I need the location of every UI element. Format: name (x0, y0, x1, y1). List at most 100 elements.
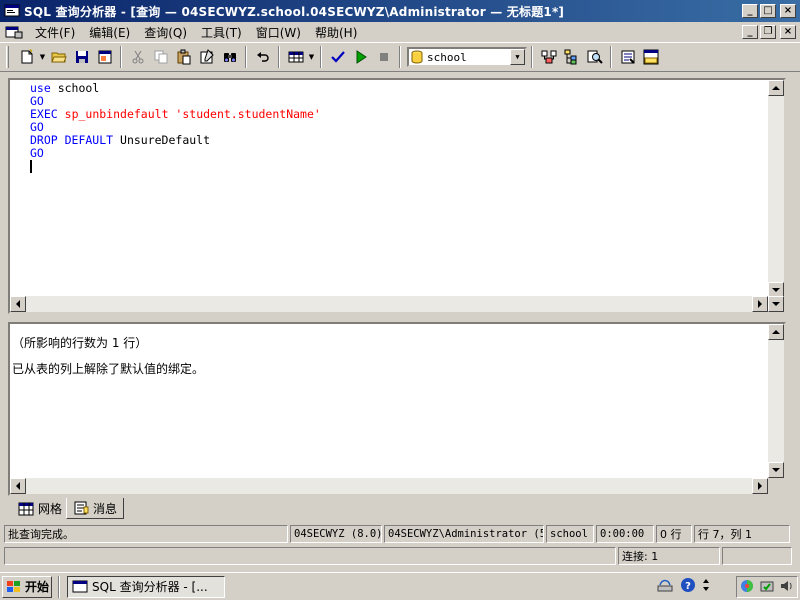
menu-help[interactable]: 帮助(H) (308, 24, 364, 41)
object-browser-icon[interactable] (560, 46, 583, 68)
tray-service-manager-icon[interactable] (759, 578, 775, 597)
code-line (30, 160, 321, 173)
messages-icon (73, 501, 89, 515)
status-cursor-position: 行 7，列 1 (694, 525, 790, 543)
unbind-default-message: 已从表的列上解除了默认值的绑定。 (12, 362, 205, 376)
toolbar-grip[interactable] (6, 46, 9, 68)
code-token: GO (30, 146, 44, 160)
code-line: DROP DEFAULT UnsureDefault (30, 134, 321, 147)
current-connection-properties-icon[interactable] (616, 46, 639, 68)
database-select-value: school (427, 50, 467, 64)
clear-window-icon[interactable] (195, 46, 218, 68)
menu-tools[interactable]: 工具(T) (194, 24, 249, 41)
minimize-button[interactable]: _ (742, 4, 758, 18)
tab-grid-label: 网格 (38, 502, 63, 516)
code-token: sp_unbindefault 'student.studentName' (64, 107, 321, 121)
database-dropdown-button[interactable]: ▼ (510, 49, 525, 65)
show-execution-plan-icon[interactable] (537, 46, 560, 68)
svg-text:?: ? (685, 581, 691, 592)
insert-template-icon[interactable] (93, 46, 116, 68)
title-bar: SQL 查询分析器 - [查询 — 04SECWYZ.school.04SECW… (0, 0, 800, 22)
taskbar: 开始 SQL 查询分析器 - [... ? (0, 572, 800, 600)
start-button-label: 开始 (25, 580, 50, 594)
tab-messages-label: 消息 (93, 501, 118, 516)
results-scroll-right-button[interactable] (752, 478, 768, 494)
parse-check-icon[interactable] (326, 46, 349, 68)
copy-icon[interactable] (149, 46, 172, 68)
editor-vertical-scrollbar[interactable] (768, 80, 784, 298)
status-message: 批查询完成。 (4, 525, 288, 543)
show-results-pane-icon[interactable] (639, 46, 662, 68)
code-token: school (50, 81, 100, 95)
results-horizontal-scrollbar[interactable] (10, 478, 768, 494)
results-vertical-scrollbar[interactable] (768, 324, 784, 478)
editor-horizontal-scrollbar[interactable] (10, 296, 768, 312)
toolbar: ▼ ▼ school ▼ (0, 42, 800, 72)
editor-scroll-left-button[interactable] (10, 296, 26, 312)
status-server: 04SECWYZ (8.0) (290, 525, 382, 543)
status-elapsed-time: 0:00:00 (596, 525, 654, 543)
object-search-icon[interactable] (583, 46, 606, 68)
code-line: EXEC sp_unbindefault 'student.studentNam… (30, 108, 321, 121)
results-mode-dropdown-arrow[interactable]: ▼ (307, 46, 316, 68)
new-query-icon[interactable] (15, 46, 38, 68)
find-binoculars-icon[interactable] (218, 46, 241, 68)
editor-scroll-end-button[interactable] (768, 296, 784, 312)
taskbar-scroll-arrows-icon[interactable] (702, 577, 710, 596)
doc-close-button[interactable]: × (780, 25, 796, 39)
help-icon[interactable]: ? (680, 577, 696, 596)
document-menu-icon[interactable] (4, 24, 24, 40)
tray-volume-icon[interactable] (779, 578, 795, 597)
grid-icon (18, 502, 34, 516)
status-user: 04SECWYZ\Administrator (51 (384, 525, 544, 543)
query-editor-text[interactable]: use school GO EXEC sp_unbindefault 'studen… (30, 82, 321, 173)
code-token: GO (30, 120, 44, 134)
results-scroll-up-button[interactable] (768, 324, 784, 340)
tab-grid[interactable]: 网格 (12, 498, 68, 519)
status-bar-secondary: 连接: 1 (4, 547, 796, 567)
results-pane[interactable]: （所影响的行数为 1 行） 已从表的列上解除了默认值的绑定。 (8, 322, 786, 496)
system-tray (736, 576, 798, 598)
cut-icon[interactable] (126, 46, 149, 68)
tray-sql-service-icon[interactable] (739, 578, 755, 597)
menu-file[interactable]: 文件(F) (28, 24, 82, 41)
status-database: school (546, 525, 594, 543)
results-scroll-down-button[interactable] (768, 462, 784, 478)
execute-play-icon[interactable] (349, 46, 372, 68)
query-analyzer-task-icon (72, 580, 88, 594)
save-icon[interactable] (70, 46, 93, 68)
start-button[interactable]: 开始 (2, 575, 52, 598)
query-editor[interactable]: use school GO EXEC sp_unbindefault 'studen… (8, 78, 786, 314)
close-button[interactable]: × (780, 4, 796, 18)
code-token: GO (30, 94, 44, 108)
maximize-button[interactable]: □ (760, 4, 776, 18)
query-analyzer-icon (4, 4, 20, 18)
editor-scroll-right-button[interactable] (752, 296, 768, 312)
rows-affected-message: （所影响的行数为 1 行） (12, 336, 148, 350)
tab-messages[interactable]: 消息 (66, 498, 124, 519)
doc-minimize-button[interactable]: _ (742, 25, 758, 39)
doc-restore-button[interactable]: ❐ (760, 25, 776, 39)
results-grid-icon[interactable] (284, 46, 307, 68)
database-select[interactable]: school ▼ (407, 47, 527, 67)
menu-query[interactable]: 查询(Q) (137, 24, 194, 41)
paste-icon[interactable] (172, 46, 195, 68)
open-folder-icon[interactable] (47, 46, 70, 68)
taskbar-item-query-analyzer[interactable]: SQL 查询分析器 - [... (67, 575, 225, 598)
menu-edit[interactable]: 编辑(E) (82, 24, 137, 41)
undo-icon[interactable] (251, 46, 274, 68)
window-title: SQL 查询分析器 - [查询 — 04SECWYZ.school.04SECW… (24, 4, 565, 19)
status-connections: 连接: 1 (618, 547, 720, 565)
status-bar: 批查询完成。 04SECWYZ (8.0) 04SECWYZ\Administr… (4, 525, 796, 545)
result-tabs: 网格 消息 (8, 498, 786, 520)
code-token: EXEC (30, 107, 58, 121)
results-scroll-left-button[interactable] (10, 478, 26, 494)
editor-scroll-up-button[interactable] (768, 80, 784, 96)
network-status-icon[interactable] (656, 577, 674, 596)
stop-icon[interactable] (372, 46, 395, 68)
menu-window[interactable]: 窗口(W) (249, 24, 308, 41)
pane-splitter[interactable] (4, 316, 796, 320)
code-line: GO (30, 147, 321, 160)
new-dropdown-arrow[interactable]: ▼ (38, 46, 47, 68)
